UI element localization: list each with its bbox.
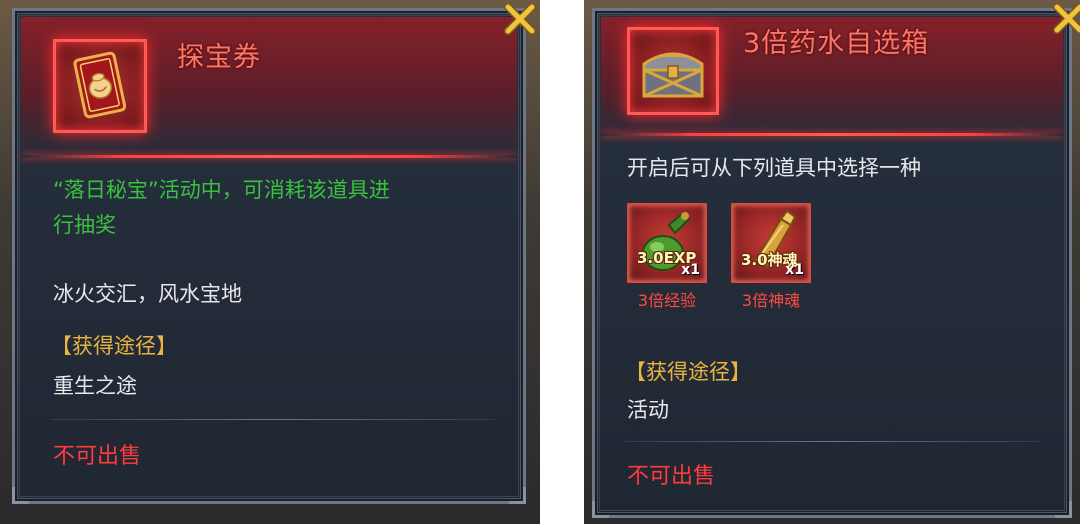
footer-divider [625,441,1041,442]
header-divider [601,133,1063,136]
sell-status: 不可出售 [53,444,142,469]
item-tooltip-left: 探宝券 “落日秘宝”活动中，可消耗该道具进 行抽奖 冰火交汇，风水宝地 【获得途… [12,8,526,504]
source-value: 重生之途 [53,374,137,398]
item-quantity: x1 [681,262,700,278]
source-header: 【获得途径】 [51,334,177,358]
corner-ornament [592,501,609,518]
corner-ornament [1055,501,1072,518]
choice-item-slot[interactable]: 3.0神魂 x1 [731,203,811,283]
item-instruction: 开启后可从下列道具中选择一种 [627,156,921,180]
choice-item-label: 3倍神魂 [741,291,801,310]
description-line-1: “落日秘宝”活动中，可消耗该道具进 [53,178,390,202]
item-title: 3倍药水自选箱 [743,28,930,59]
description-line-2: 行抽奖 [53,213,116,237]
header-divider [21,155,517,158]
source-value: 活动 [627,398,669,422]
footer-divider [51,419,495,420]
item-title: 探宝券 [177,42,261,73]
choice-item-slot[interactable]: 3.0EXP x1 [627,203,707,283]
corner-ornament [12,487,29,504]
close-button[interactable] [501,0,539,38]
item-icon-frame [53,39,147,133]
source-header: 【获得途径】 [625,360,751,384]
item-description: “落日秘宝”活动中，可消耗该道具进 行抽奖 [53,173,513,243]
item-tooltip-right: 3倍药水自选箱 开启后可从下列道具中选择一种 3.0EXP x1 3倍经验 3.… [592,8,1072,518]
item-quantity: x1 [785,262,804,278]
corner-ornament [509,487,526,504]
sell-status: 不可出售 [627,464,716,489]
choice-item-label: 3倍经验 [637,291,697,310]
close-button[interactable] [1050,0,1080,38]
item-flavor-text: 冰火交汇，风水宝地 [53,282,242,306]
item-icon-frame [627,27,719,115]
close-icon [1050,3,1080,42]
close-icon [501,3,539,42]
